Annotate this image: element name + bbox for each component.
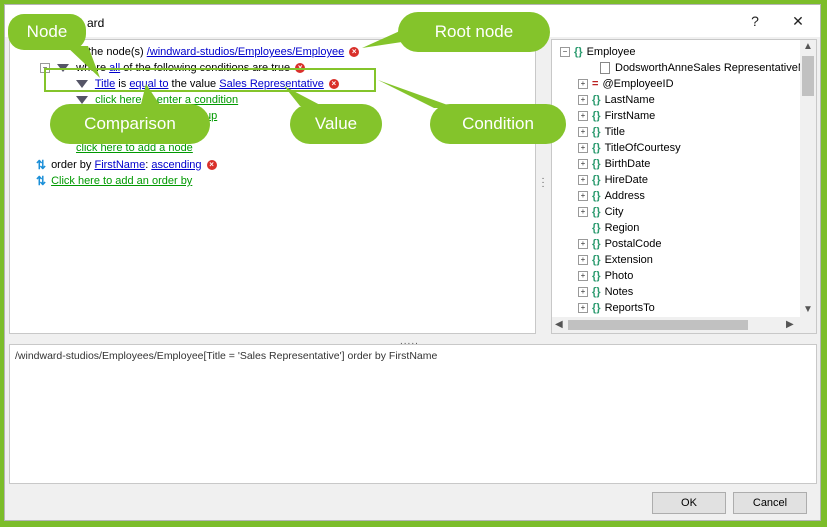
value-pointer (284, 86, 322, 106)
callout-pointers (66, 30, 456, 108)
comparison-pointer (140, 84, 162, 108)
condition-pointer (378, 80, 456, 108)
node-pointer (66, 46, 100, 78)
root-node-pointer (362, 30, 402, 48)
